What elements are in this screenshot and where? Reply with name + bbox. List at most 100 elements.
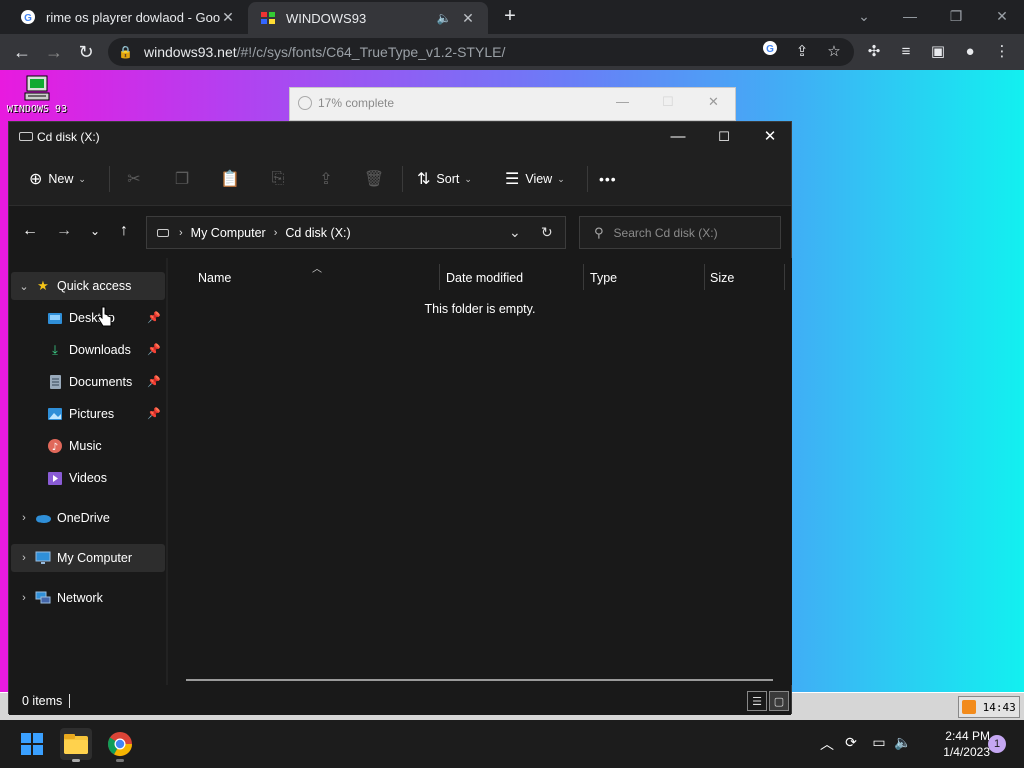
close-tab-icon[interactable]: ✕ <box>460 10 476 27</box>
media-control-icon[interactable]: ≡ <box>894 40 918 64</box>
rename-icon[interactable]: ⎘ <box>266 166 290 192</box>
pin-icon[interactable]: 📌 <box>147 407 161 420</box>
column-divider[interactable] <box>784 264 785 290</box>
more-options-button[interactable]: ••• <box>599 166 617 192</box>
column-header-date-modified[interactable]: Date modified <box>446 266 523 290</box>
sort-button[interactable]: ⇅ Sort ⌄ <box>417 166 472 192</box>
nav-item-documents[interactable]: Documents 📌 <box>11 368 165 396</box>
close-tab-icon[interactable]: ✕ <box>220 9 236 26</box>
volume-icon[interactable]: 🔈 <box>892 734 914 751</box>
column-divider[interactable] <box>704 264 705 290</box>
view-lines-icon: ☰ <box>505 171 520 188</box>
horizontal-scrollbar[interactable] <box>186 679 773 681</box>
minimize-icon[interactable]: — <box>655 122 701 152</box>
details-view-icon[interactable]: ☰ <box>747 691 767 711</box>
view-button[interactable]: ☰ View ⌄ <box>505 166 565 192</box>
menu-dots-icon[interactable]: ⋮ <box>990 40 1014 64</box>
breadcrumb[interactable]: › My Computer › Cd disk (X:) ⌄ ↻ <box>146 216 566 249</box>
start-button[interactable] <box>16 728 48 760</box>
search-box[interactable]: ⚲ Search Cd disk (X:) <box>579 216 781 249</box>
windows-taskbar: ︿ ⟳ ▭ 🔈 2:44 PM 1/4/2023 1 <box>0 720 1024 768</box>
close-icon[interactable]: ✕ <box>747 122 793 152</box>
nav-item-network[interactable]: › Network <box>11 584 165 612</box>
forward-arrow-icon[interactable]: → <box>42 40 66 64</box>
recent-locations-chevron-icon[interactable]: ⌄ <box>84 220 106 242</box>
taskbar-file-explorer[interactable] <box>60 728 92 762</box>
delete-icon[interactable]: 🗑 <box>362 166 386 192</box>
chevron-right-icon[interactable]: › <box>15 512 33 524</box>
network-display-icon[interactable]: ▭ <box>868 734 890 751</box>
chevron-right-icon[interactable]: › <box>15 552 33 564</box>
nav-item-desktop[interactable]: Desktop 📌 <box>11 304 165 332</box>
windows93-tray[interactable]: 14:43 <box>958 696 1020 718</box>
browser-tab-bar: G rime os playrer dowlaod - Google ✕ WIN… <box>0 0 1024 34</box>
sort-arrows-icon: ⇅ <box>417 171 431 188</box>
desktop-icon-windows93[interactable]: WINDOWS 93 <box>4 74 70 115</box>
extensions-puzzle-icon[interactable]: ✣ <box>862 40 886 64</box>
maximize-icon[interactable]: ☐ <box>701 122 747 152</box>
breadcrumb-chevron-icon[interactable]: › <box>179 227 183 239</box>
restore-icon[interactable]: ❐ <box>944 4 968 28</box>
google-lens-icon[interactable]: G <box>758 40 782 64</box>
column-header-type[interactable]: Type <box>590 266 617 290</box>
system-clock[interactable]: 2:44 PM 1/4/2023 <box>914 728 994 760</box>
address-dropdown-icon[interactable]: ⌄ <box>509 224 521 241</box>
column-divider[interactable] <box>583 264 584 290</box>
explorer-title-bar[interactable]: Cd disk (X:) — ☐ ✕ <box>9 122 791 152</box>
forward-arrow-icon[interactable]: → <box>53 220 75 242</box>
new-tab-button[interactable]: + <box>498 5 522 29</box>
new-button[interactable]: ⊕ New ⌄ <box>29 166 86 192</box>
bookmark-star-icon[interactable]: ☆ <box>822 40 846 64</box>
nav-item-videos[interactable]: Videos <box>11 464 165 492</box>
breadcrumb-item-cd-disk[interactable]: Cd disk (X:) <box>285 226 350 240</box>
address-bar[interactable]: 🔒 windows93.net/#!/c/sys/fonts/C64_TrueT… <box>108 38 854 66</box>
back-arrow-icon[interactable]: ← <box>19 220 41 242</box>
taskbar-chrome[interactable] <box>104 728 136 762</box>
cut-icon[interactable]: ✂ <box>122 166 146 192</box>
lock-icon[interactable]: 🔒 <box>118 45 134 59</box>
close-icon[interactable]: ✕ <box>708 94 719 110</box>
column-divider[interactable] <box>439 264 440 290</box>
browser-tab-google[interactable]: G rime os playrer dowlaod - Google ✕ <box>8 0 248 34</box>
minimize-icon[interactable]: — <box>616 94 629 109</box>
nav-item-quick-access[interactable]: ⌄ ★ Quick access <box>11 272 165 300</box>
sync-icon[interactable]: ⟳ <box>840 734 862 751</box>
column-header-name[interactable]: Name <box>198 266 231 290</box>
speaker-icon[interactable]: 🔈 <box>436 11 452 25</box>
nav-item-music[interactable]: ♪ Music <box>11 432 165 460</box>
rss-icon[interactable] <box>962 700 977 714</box>
side-panel-icon[interactable]: ▣ <box>926 40 950 64</box>
breadcrumb-item-my-computer[interactable]: My Computer <box>191 226 266 240</box>
nav-item-downloads[interactable]: ⤓ Downloads 📌 <box>11 336 165 364</box>
back-arrow-icon[interactable]: ← <box>10 40 34 64</box>
tab-search-chevron-icon[interactable]: ⌄ <box>852 4 876 28</box>
nav-item-onedrive[interactable]: › OneDrive <box>11 504 165 532</box>
pin-icon[interactable]: 📌 <box>147 343 161 356</box>
chevron-down-icon: ⌄ <box>78 173 86 184</box>
minimize-icon[interactable]: — <box>898 4 922 28</box>
browser-tab-windows93[interactable]: WINDOWS93 🔈 ✕ <box>248 2 488 34</box>
nav-item-my-computer[interactable]: › My Computer <box>11 544 165 572</box>
refresh-icon[interactable]: ↻ <box>541 224 553 241</box>
pin-icon[interactable]: 📌 <box>147 375 161 388</box>
up-arrow-icon[interactable]: ↑ <box>113 220 135 242</box>
pin-icon[interactable]: 📌 <box>147 311 161 324</box>
close-icon[interactable]: ✕ <box>990 4 1014 28</box>
show-hidden-icons-chevron-icon[interactable]: ︿ <box>816 734 838 754</box>
reload-icon[interactable]: ↻ <box>74 40 98 64</box>
notification-badge[interactable]: 1 <box>988 735 1006 753</box>
tiles-view-icon[interactable]: ▢ <box>769 691 789 711</box>
profile-icon[interactable]: ● <box>958 40 982 64</box>
search-placeholder: Search Cd disk (X:) <box>613 225 718 240</box>
breadcrumb-chevron-icon[interactable]: › <box>274 227 278 239</box>
nav-item-pictures[interactable]: Pictures 📌 <box>11 400 165 428</box>
paste-icon[interactable]: 📋 <box>218 166 242 192</box>
share-icon[interactable]: ⇪ <box>790 40 814 64</box>
chevron-right-icon[interactable]: › <box>15 592 33 604</box>
chevron-down-icon[interactable]: ⌄ <box>15 280 33 293</box>
progress-window[interactable]: 17% complete — ☐ ✕ <box>289 87 736 121</box>
share-icon[interactable]: ⇪ <box>314 166 338 192</box>
column-header-size[interactable]: Size <box>710 266 734 290</box>
copy-icon[interactable]: ❐ <box>170 166 194 192</box>
maximize-icon[interactable]: ☐ <box>662 94 674 110</box>
